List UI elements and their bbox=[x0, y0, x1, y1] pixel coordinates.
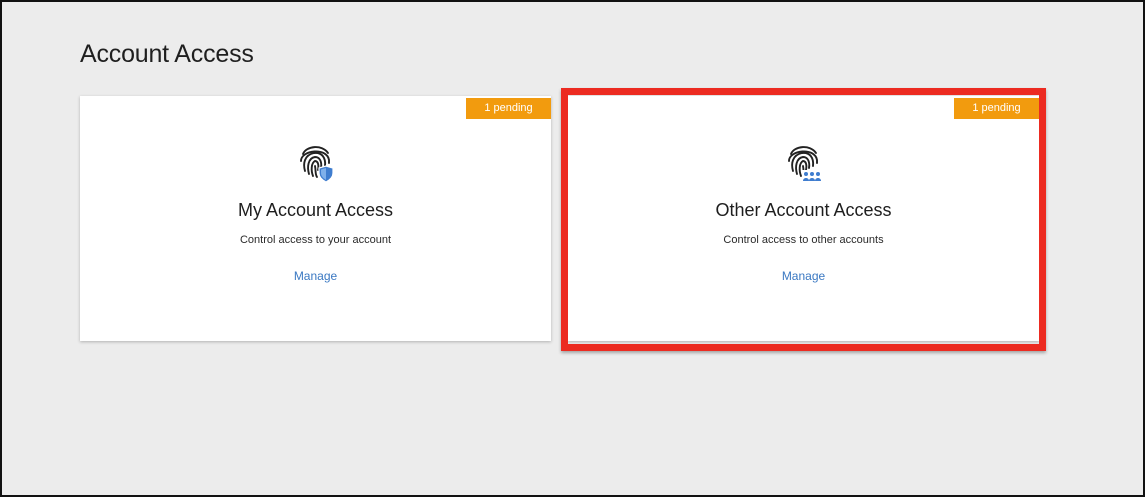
manage-link[interactable]: Manage bbox=[80, 269, 551, 283]
card-title: Other Account Access bbox=[715, 200, 892, 220]
my-account-access-card[interactable]: 1 pending My Account Access Control acce… bbox=[80, 96, 551, 341]
card-title: My Account Access bbox=[237, 200, 394, 220]
fingerprint-shield-icon bbox=[299, 146, 334, 183]
card-description: Control access to your account bbox=[239, 234, 392, 246]
fingerprint-people-icon bbox=[787, 146, 822, 182]
other-account-access-card[interactable]: 1 pending Other Account Access Control a… bbox=[568, 96, 1039, 341]
card-description: Control access to other accounts bbox=[723, 234, 884, 246]
app-frame: Account Access 1 pending My Account Acce… bbox=[0, 0, 1145, 497]
pending-badge: 1 pending bbox=[954, 98, 1039, 119]
manage-link[interactable]: Manage bbox=[568, 269, 1039, 283]
pending-badge: 1 pending bbox=[466, 98, 551, 119]
page-title: Account Access bbox=[80, 40, 254, 68]
